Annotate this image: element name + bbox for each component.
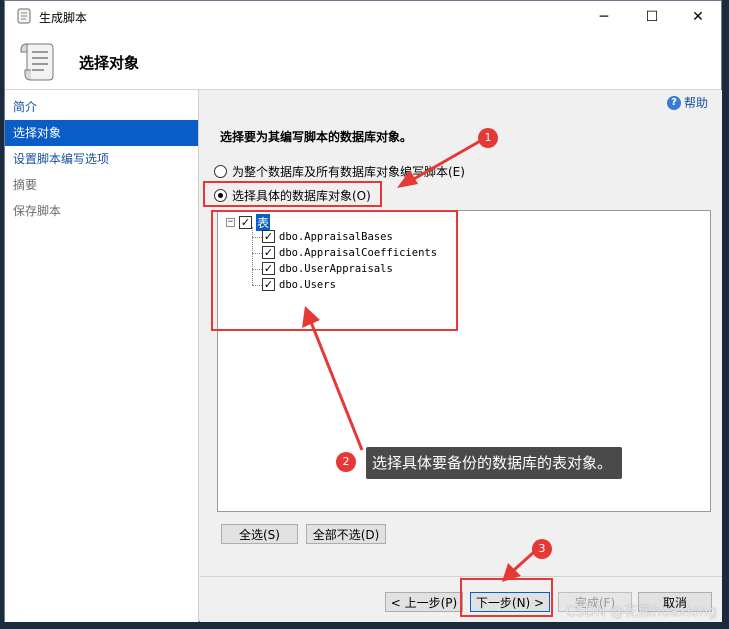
generate-scripts-window: 生成脚本 ─ ☐ ✕ 选择对象 简介 选择对象 设置脚本编写选项 摘要 保存脚本… <box>4 0 722 622</box>
tree-item[interactable]: ✓ dbo.AppraisalCoefficients <box>262 246 437 259</box>
tree-item[interactable]: ✓ dbo.UserAppraisals <box>262 262 393 275</box>
annotation-marker-1: 1 <box>478 128 498 148</box>
wizard-header: 选择对象 <box>5 32 721 90</box>
checkbox-table[interactable]: ✓ <box>262 230 275 243</box>
table-name: dbo.UserAppraisals <box>279 262 393 275</box>
checkbox-table[interactable]: ✓ <box>262 246 275 259</box>
table-name: dbo.Users <box>279 278 336 291</box>
deselect-all-button[interactable]: 全部不选(D) <box>306 524 386 544</box>
previous-button[interactable]: < 上一步(P) <box>385 592 463 612</box>
annotation-marker-2: 2 <box>336 452 356 472</box>
checkbox-table[interactable]: ✓ <box>262 278 275 291</box>
script-scroll-large-icon <box>20 43 54 81</box>
radio-button[interactable] <box>214 165 227 178</box>
help-icon: ? <box>666 95 681 110</box>
watermark: CSDN @花熊huaxiong <box>565 604 717 620</box>
table-name: dbo.AppraisalCoefficients <box>279 246 438 259</box>
maximize-button[interactable]: ☐ <box>629 1 675 32</box>
sidebar-item-scripting-options[interactable]: 设置脚本编写选项 <box>5 146 198 172</box>
radio-label: 选择具体的数据库对象(O) <box>232 189 371 203</box>
sidebar-item-summary: 摘要 <box>13 178 38 192</box>
title-bar: 生成脚本 ─ ☐ ✕ <box>5 1 721 32</box>
instruction-text: 选择要为其编写脚本的数据库对象。 <box>220 130 413 144</box>
footer-divider <box>200 576 722 577</box>
maximize-icon: ☐ <box>645 8 659 25</box>
table-name: dbo.AppraisalBases <box>279 230 393 243</box>
radio-button-selected[interactable] <box>214 189 227 202</box>
checkbox-tables[interactable]: ✓ <box>239 216 252 229</box>
sidebar-item-choose-objects[interactable]: 选择对象 <box>5 120 198 146</box>
radio-select-specific-objects[interactable]: 选择具体的数据库对象(O) <box>214 187 371 204</box>
close-icon: ✕ <box>692 8 704 25</box>
checkbox-table[interactable]: ✓ <box>262 262 275 275</box>
window-title: 生成脚本 <box>39 11 88 25</box>
help-link[interactable]: ? 帮助 <box>666 94 708 111</box>
script-scroll-icon <box>17 8 31 24</box>
sidebar-item-save-script: 保存脚本 <box>13 204 62 218</box>
next-button[interactable]: 下一步(N) > <box>470 592 550 612</box>
annotation-callout: 选择具体要备份的数据库的表对象。 <box>366 447 623 479</box>
page-title: 选择对象 <box>79 54 140 72</box>
select-all-button[interactable]: 全选(S) <box>221 524 298 544</box>
radio-script-entire-database[interactable]: 为整个数据库及所有数据库对象编写脚本(E) <box>214 163 465 180</box>
tree-root-tables[interactable]: − ✓ 表 <box>226 214 271 231</box>
close-button[interactable]: ✕ <box>675 1 721 32</box>
sidebar-item-introduction[interactable]: 简介 <box>5 94 198 120</box>
tree-root-label[interactable]: 表 <box>256 214 271 231</box>
wizard-content: ? 帮助 选择要为其编写脚本的数据库对象。 为整个数据库及所有数据库对象编写脚本… <box>200 90 722 622</box>
minimize-icon: ─ <box>599 8 609 25</box>
tree-item[interactable]: ✓ dbo.AppraisalBases <box>262 230 393 243</box>
collapse-icon[interactable]: − <box>226 218 235 227</box>
minimize-button[interactable]: ─ <box>581 1 627 32</box>
help-label: 帮助 <box>683 96 708 110</box>
radio-label: 为整个数据库及所有数据库对象编写脚本(E) <box>232 165 465 179</box>
wizard-steps-sidebar: 简介 选择对象 设置脚本编写选项 摘要 保存脚本 <box>5 90 199 622</box>
annotation-marker-3: 3 <box>532 539 552 559</box>
tree-item[interactable]: ✓ dbo.Users <box>262 278 336 291</box>
